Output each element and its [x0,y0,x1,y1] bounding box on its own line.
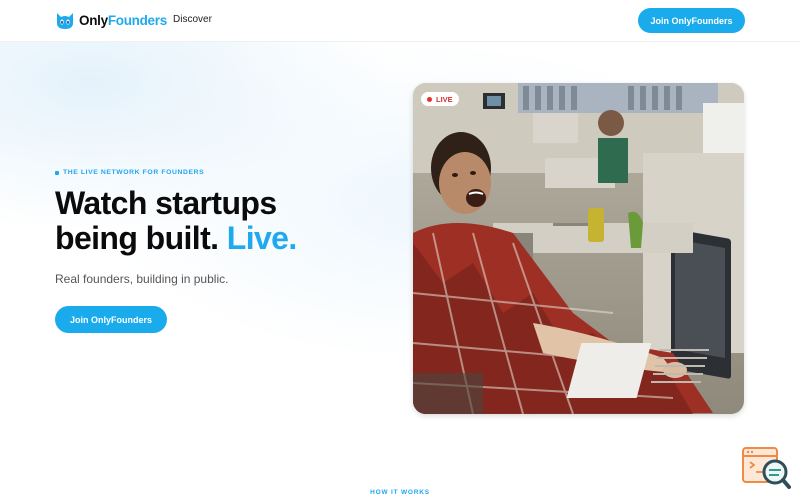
headline-line1: Watch startups [55,185,277,221]
eyebrow-dot [55,170,59,175]
headline-line2: being built. [55,220,219,256]
live-indicator-dot [427,96,432,102]
code-search-widget-icon[interactable] [741,446,791,490]
brand-logo[interactable]: OnlyFounders [55,11,167,30]
hero-subtext: Real founders, building in public. [55,272,229,286]
hero-headline: Watch startups being built. Live. [55,186,297,256]
video-frame-illustration [413,83,744,414]
live-badge-label: LIVE [436,94,453,104]
nav-discover-link[interactable]: Discover [173,14,212,25]
brand-name: OnlyFounders [79,13,167,28]
cat-logo-icon [57,13,73,29]
live-badge: LIVE [421,92,459,106]
how-it-works-label: HOW IT WORKS [370,489,430,496]
join-button-header[interactable]: Join OnlyFounders [638,8,745,33]
hero-eyebrow: THE LIVE NETWORK FOR FOUNDERS [55,169,204,176]
join-button-hero[interactable]: Join OnlyFounders [55,306,167,333]
headline-accent: Live. [226,220,298,256]
live-video-stream[interactable] [413,83,744,414]
top-nav: OnlyFounders Discover Join OnlyFounders [0,0,800,42]
eyebrow-text: THE LIVE NETWORK FOR FOUNDERS [63,169,205,176]
